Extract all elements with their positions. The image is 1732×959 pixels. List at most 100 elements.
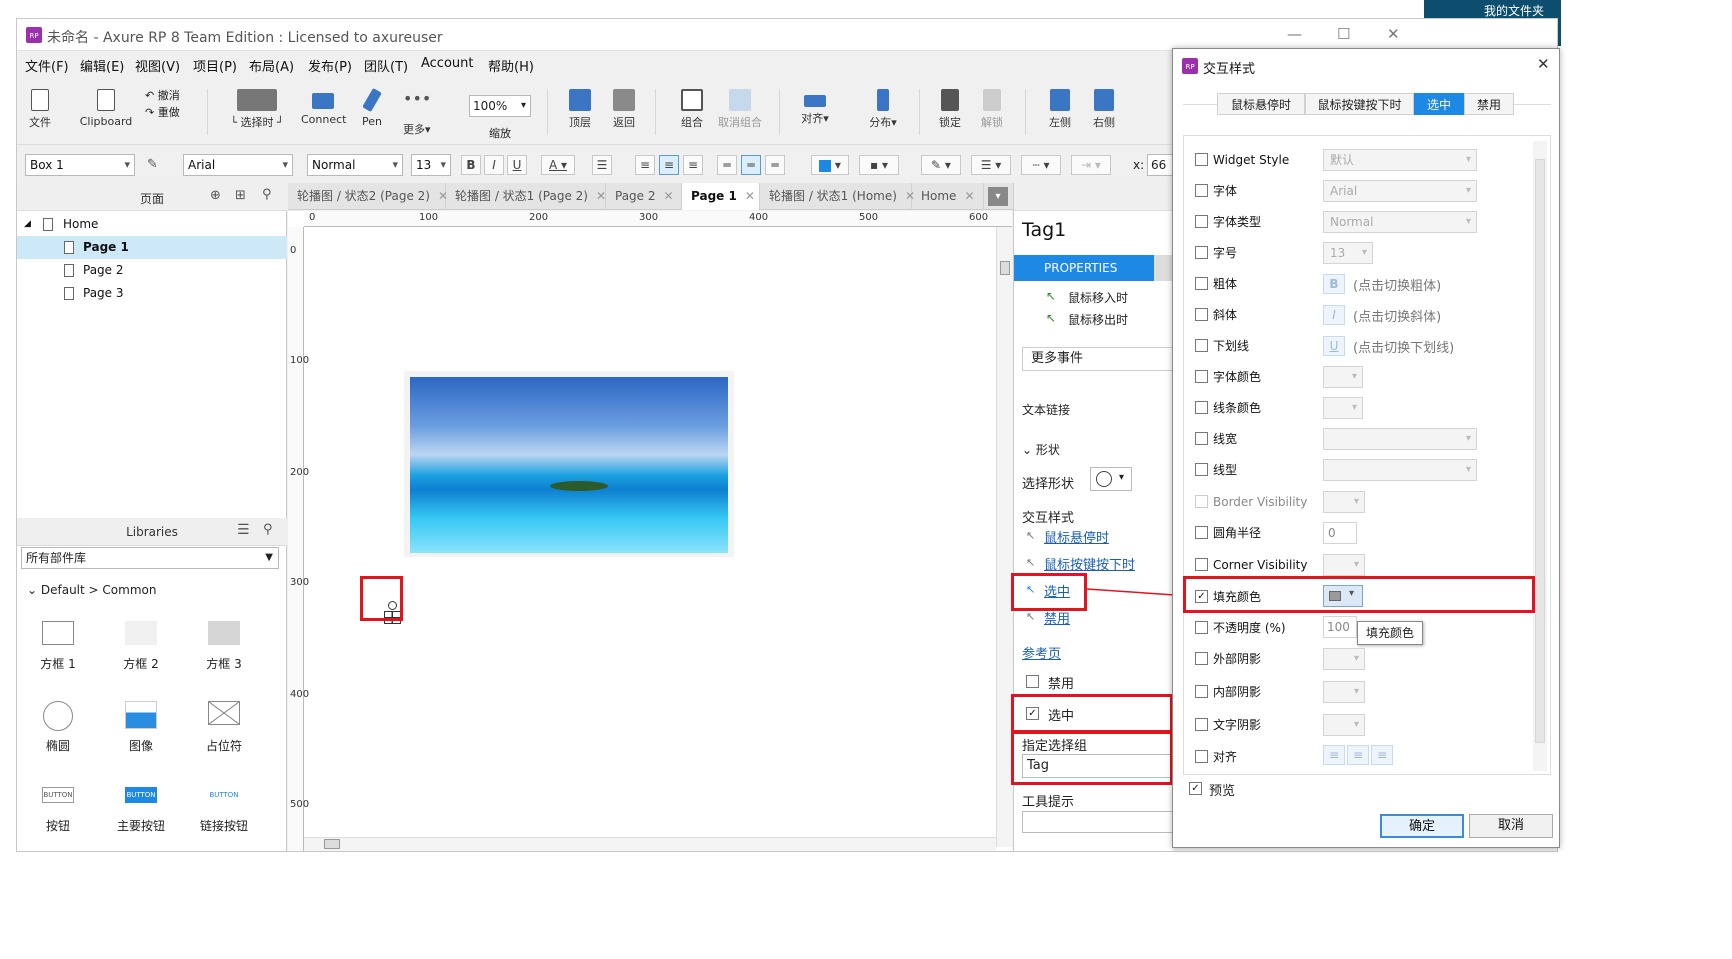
group-button[interactable]: 组合 bbox=[677, 77, 707, 130]
inner-shadow-picker[interactable] bbox=[1323, 681, 1365, 703]
page-tree-item[interactable]: Page 1 bbox=[17, 236, 287, 259]
widget-name[interactable]: Tag1 bbox=[1022, 219, 1066, 241]
unlock-button[interactable]: 解锁 bbox=[977, 77, 1007, 130]
arrow-style-button[interactable]: ⇥ ▾ bbox=[1071, 155, 1111, 175]
library-group-label[interactable]: ⌄ Default > Common bbox=[27, 583, 156, 597]
align-center-icon[interactable]: ≡ bbox=[659, 155, 679, 175]
send-back-button[interactable]: 返回 bbox=[609, 77, 639, 130]
page-tree-item[interactable]: ◢ Home bbox=[17, 213, 287, 236]
corner-radius-input[interactable]: 0 bbox=[1323, 522, 1357, 544]
border-visibility-checkbox[interactable] bbox=[1195, 495, 1208, 508]
font-size-select[interactable]: 13 bbox=[1323, 242, 1373, 264]
search-icon[interactable]: ⚲ bbox=[263, 522, 273, 537]
ok-button[interactable]: 确定 bbox=[1380, 814, 1464, 838]
maximize-icon[interactable]: ☐ bbox=[1337, 25, 1350, 43]
widget-select[interactable]: Box 1 bbox=[25, 154, 135, 176]
valign-top-icon[interactable]: ═ bbox=[717, 155, 737, 175]
bold-button[interactable]: B bbox=[461, 155, 481, 175]
corner-visibility-picker[interactable] bbox=[1323, 554, 1365, 576]
tooltip-input[interactable] bbox=[1022, 811, 1174, 833]
minimize-icon[interactable]: — bbox=[1287, 25, 1302, 43]
connect-button[interactable]: Connect bbox=[301, 77, 346, 126]
widget-style-select[interactable]: 默认 bbox=[1323, 149, 1477, 171]
page-tree-item[interactable]: Page 3 bbox=[17, 282, 287, 305]
underline-toggle[interactable]: U bbox=[1323, 336, 1345, 356]
page-tree-item[interactable]: Page 2 bbox=[17, 259, 287, 282]
tab-carousel-state1-page2[interactable]: 轮播图 / 状态1 (Page 2) ✕ bbox=[446, 183, 606, 210]
library-item-button[interactable]: BUTTON 按钮 bbox=[23, 787, 93, 834]
edit-style-icon[interactable]: ✎ bbox=[147, 157, 158, 172]
canvas-vertical-scrollbar[interactable] bbox=[996, 227, 1012, 847]
valign-bottom-icon[interactable]: ═ bbox=[765, 155, 785, 175]
library-item-placeholder[interactable]: 占位符 bbox=[189, 701, 259, 754]
italic-checkbox[interactable] bbox=[1195, 308, 1208, 321]
more-events-select[interactable]: 更多事件 bbox=[1022, 347, 1174, 371]
tab-page2[interactable]: Page 2 ✕ bbox=[606, 183, 682, 210]
undo-button[interactable]: ↶ 撤消 bbox=[145, 87, 180, 104]
bold-toggle[interactable]: B bbox=[1323, 274, 1345, 294]
design-canvas[interactable]: 0 100 200 300 400 500 600 0 100 200 300 … bbox=[288, 211, 1012, 851]
corner-radius-checkbox[interactable] bbox=[1195, 526, 1208, 539]
tab-mousedown[interactable]: 鼠标按键按下时 bbox=[1305, 93, 1414, 115]
select-mode-button[interactable]: └ 选择时 ┘ bbox=[222, 77, 292, 130]
search-icon[interactable]: ⚲ bbox=[262, 187, 272, 202]
alignment-checkbox[interactable] bbox=[1195, 750, 1208, 763]
font-type-select[interactable]: Normal bbox=[1323, 211, 1477, 233]
close-tab-icon[interactable]: ✕ bbox=[745, 189, 755, 203]
opacity-checkbox[interactable] bbox=[1195, 621, 1208, 634]
bullet-list-icon[interactable]: ☰ bbox=[592, 155, 612, 175]
inner-shadow-checkbox[interactable] bbox=[1195, 685, 1208, 698]
carousel-frame[interactable] bbox=[404, 371, 734, 557]
menu-team[interactable]: 团队(T) bbox=[364, 56, 408, 75]
canvas-horizontal-scrollbar[interactable] bbox=[304, 837, 996, 851]
menu-lines-icon[interactable]: ☰ bbox=[237, 522, 250, 538]
italic-button[interactable]: I bbox=[484, 155, 504, 175]
italic-toggle[interactable]: I bbox=[1323, 305, 1345, 325]
line-width-button[interactable]: ☰ ▾ bbox=[971, 155, 1011, 175]
redo-button[interactable]: ↷ 重做 bbox=[145, 104, 180, 121]
widget-style-checkbox[interactable] bbox=[1195, 153, 1208, 166]
menu-publish[interactable]: 发布(P) bbox=[308, 56, 352, 75]
add-page-icon[interactable]: ⊕ bbox=[210, 188, 221, 203]
style-list-scrollbar[interactable] bbox=[1533, 141, 1547, 771]
line-style-select[interactable] bbox=[1323, 459, 1477, 481]
line-style-button[interactable]: ┄ ▾ bbox=[1021, 155, 1061, 175]
text-link-label[interactable]: 文本链接 bbox=[1022, 401, 1070, 418]
outer-shadow-picker[interactable] bbox=[1323, 648, 1365, 670]
corner-visibility-checkbox[interactable] bbox=[1195, 558, 1208, 571]
tab-disabled[interactable]: 禁用 bbox=[1464, 93, 1514, 115]
menu-file[interactable]: 文件(F) bbox=[25, 56, 69, 75]
menu-help[interactable]: 帮助(H) bbox=[488, 56, 534, 75]
mousedown-style-link[interactable]: 鼠标按键按下时 bbox=[1044, 554, 1135, 573]
font-style-select[interactable]: Normal bbox=[307, 154, 403, 176]
shape-section-toggle[interactable]: ⌄ 形状 bbox=[1022, 441, 1060, 458]
text-shadow-picker[interactable] bbox=[1323, 714, 1365, 736]
shape-picker[interactable]: ▾ bbox=[1090, 467, 1132, 491]
tab-properties[interactable]: PROPERTIES bbox=[1014, 255, 1154, 281]
line-color-button[interactable]: ✎ ▾ bbox=[921, 155, 961, 175]
menu-account[interactable]: Account bbox=[421, 56, 474, 71]
library-selector[interactable]: 所有部件库 ▼ bbox=[21, 547, 279, 569]
lock-button[interactable]: 锁定 bbox=[935, 77, 965, 130]
font-color-checkbox[interactable] bbox=[1195, 370, 1208, 383]
underline-button[interactable]: U bbox=[507, 155, 527, 175]
align-center-icon[interactable]: ≡ bbox=[1347, 745, 1369, 765]
tab-hover[interactable]: 鼠标悬停时 bbox=[1217, 93, 1305, 115]
font-color-picker[interactable] bbox=[1323, 366, 1363, 388]
shadow-button[interactable]: ▪ ▾ bbox=[859, 155, 899, 175]
file-button[interactable]: 文件 bbox=[25, 77, 55, 130]
close-tab-icon[interactable]: ✕ bbox=[596, 189, 606, 203]
outer-shadow-checkbox[interactable] bbox=[1195, 652, 1208, 665]
distribute-button[interactable]: 分布▾ bbox=[865, 77, 901, 130]
align-right-icon[interactable]: ≡ bbox=[1371, 745, 1393, 765]
right-panel-toggle[interactable]: 右侧 bbox=[1089, 77, 1119, 130]
align-button[interactable]: 对齐▾ bbox=[797, 77, 833, 126]
valign-middle-icon[interactable]: ═ bbox=[741, 155, 761, 175]
line-color-picker[interactable] bbox=[1323, 397, 1363, 419]
menu-layout[interactable]: 布局(A) bbox=[249, 56, 294, 75]
align-left-icon[interactable]: ≡ bbox=[635, 155, 655, 175]
font-select[interactable]: Arial bbox=[1323, 180, 1477, 202]
font-checkbox[interactable] bbox=[1195, 184, 1208, 197]
event-mouse-enter[interactable]: 鼠标移入时 bbox=[1068, 289, 1128, 306]
tab-home[interactable]: Home ✕ bbox=[912, 183, 984, 210]
